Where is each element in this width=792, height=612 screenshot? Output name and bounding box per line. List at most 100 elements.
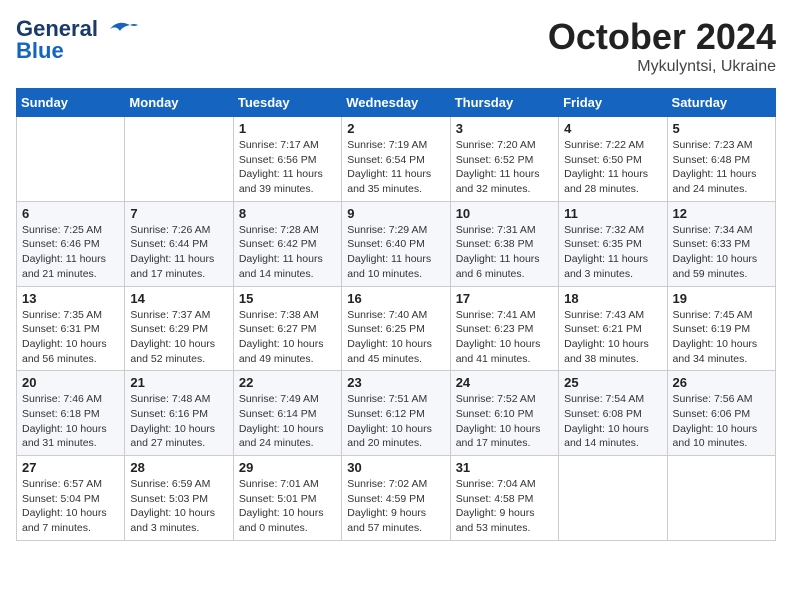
day-detail: Sunrise: 7:35 AM Sunset: 6:31 PM Dayligh… xyxy=(22,308,119,367)
calendar-cell xyxy=(559,456,667,541)
calendar-cell: 31 Sunrise: 7:04 AM Sunset: 4:58 PM Dayli… xyxy=(450,456,558,541)
day-detail: Sunrise: 7:31 AM Sunset: 6:38 PM Dayligh… xyxy=(456,223,553,282)
day-detail: Sunrise: 7:02 AM Sunset: 4:59 PM Dayligh… xyxy=(347,477,444,536)
day-detail: Sunrise: 7:28 AM Sunset: 6:42 PM Dayligh… xyxy=(239,223,336,282)
weekday-header-row: SundayMondayTuesdayWednesdayThursdayFrid… xyxy=(17,89,776,117)
calendar-cell: 7 Sunrise: 7:26 AM Sunset: 6:44 PM Daylig… xyxy=(125,201,233,286)
calendar-week-1: 1Sunrise: 7:17 AM Sunset: 6:56 PM Daylig… xyxy=(17,117,776,202)
calendar-cell: 26 Sunrise: 7:56 AM Sunset: 6:06 PM Dayli… xyxy=(667,371,775,456)
calendar-cell: 21Sunrise: 7:48 AM Sunset: 6:16 PM Dayli… xyxy=(125,371,233,456)
weekday-monday: Monday xyxy=(125,89,233,117)
calendar-cell: 5 Sunrise: 7:23 AM Sunset: 6:48 PM Daylig… xyxy=(667,117,775,202)
day-detail: Sunrise: 7:40 AM Sunset: 6:25 PM Dayligh… xyxy=(347,308,444,367)
day-number: 21 xyxy=(130,375,227,390)
day-detail: Sunrise: 7:19 AM Sunset: 6:54 PM Dayligh… xyxy=(347,138,444,197)
calendar-cell: 19Sunrise: 7:45 AM Sunset: 6:19 PM Dayli… xyxy=(667,286,775,371)
calendar-cell: 8 Sunrise: 7:28 AM Sunset: 6:42 PM Daylig… xyxy=(233,201,341,286)
day-detail: Sunrise: 7:49 AM Sunset: 6:14 PM Dayligh… xyxy=(239,392,336,451)
calendar-cell: 12 Sunrise: 7:34 AM Sunset: 6:33 PM Dayli… xyxy=(667,201,775,286)
calendar-cell: 10Sunrise: 7:31 AM Sunset: 6:38 PM Dayli… xyxy=(450,201,558,286)
day-number: 6 xyxy=(22,206,119,221)
calendar-cell: 9 Sunrise: 7:29 AM Sunset: 6:40 PM Daylig… xyxy=(342,201,450,286)
day-detail: Sunrise: 7:17 AM Sunset: 6:56 PM Dayligh… xyxy=(239,138,336,197)
calendar-cell: 14Sunrise: 7:37 AM Sunset: 6:29 PM Dayli… xyxy=(125,286,233,371)
calendar-cell xyxy=(17,117,125,202)
calendar-week-3: 13 Sunrise: 7:35 AM Sunset: 6:31 PM Dayli… xyxy=(17,286,776,371)
logo-bird-icon xyxy=(102,17,138,41)
day-number: 30 xyxy=(347,460,444,475)
day-number: 9 xyxy=(347,206,444,221)
day-number: 23 xyxy=(347,375,444,390)
calendar-cell: 27 Sunrise: 6:57 AM Sunset: 5:04 PM Dayli… xyxy=(17,456,125,541)
day-number: 7 xyxy=(130,206,227,221)
day-detail: Sunrise: 7:38 AM Sunset: 6:27 PM Dayligh… xyxy=(239,308,336,367)
calendar-cell: 20 Sunrise: 7:46 AM Sunset: 6:18 PM Dayli… xyxy=(17,371,125,456)
day-detail: Sunrise: 7:46 AM Sunset: 6:18 PM Dayligh… xyxy=(22,392,119,451)
day-detail: Sunrise: 7:01 AM Sunset: 5:01 PM Dayligh… xyxy=(239,477,336,536)
day-detail: Sunrise: 7:26 AM Sunset: 6:44 PM Dayligh… xyxy=(130,223,227,282)
day-number: 8 xyxy=(239,206,336,221)
calendar-cell: 22Sunrise: 7:49 AM Sunset: 6:14 PM Dayli… xyxy=(233,371,341,456)
weekday-saturday: Saturday xyxy=(667,89,775,117)
weekday-thursday: Thursday xyxy=(450,89,558,117)
day-detail: Sunrise: 7:22 AM Sunset: 6:50 PM Dayligh… xyxy=(564,138,661,197)
day-detail: Sunrise: 7:52 AM Sunset: 6:10 PM Dayligh… xyxy=(456,392,553,451)
weekday-tuesday: Tuesday xyxy=(233,89,341,117)
weekday-sunday: Sunday xyxy=(17,89,125,117)
day-number: 31 xyxy=(456,460,553,475)
calendar-cell xyxy=(667,456,775,541)
calendar-cell xyxy=(125,117,233,202)
day-number: 27 xyxy=(22,460,119,475)
calendar-cell: 24 Sunrise: 7:52 AM Sunset: 6:10 PM Dayli… xyxy=(450,371,558,456)
page-header: General Blue October 2024 Mykulyntsi, Uk… xyxy=(16,16,776,76)
calendar-cell: 18 Sunrise: 7:43 AM Sunset: 6:21 PM Dayli… xyxy=(559,286,667,371)
day-detail: Sunrise: 7:32 AM Sunset: 6:35 PM Dayligh… xyxy=(564,223,661,282)
calendar-cell: 25 Sunrise: 7:54 AM Sunset: 6:08 PM Dayli… xyxy=(559,371,667,456)
day-detail: Sunrise: 7:04 AM Sunset: 4:58 PM Dayligh… xyxy=(456,477,553,536)
calendar-cell: 17Sunrise: 7:41 AM Sunset: 6:23 PM Dayli… xyxy=(450,286,558,371)
title-block: October 2024 Mykulyntsi, Ukraine xyxy=(548,16,776,76)
logo: General Blue xyxy=(16,16,138,64)
day-detail: Sunrise: 7:56 AM Sunset: 6:06 PM Dayligh… xyxy=(673,392,770,451)
day-number: 17 xyxy=(456,291,553,306)
weekday-wednesday: Wednesday xyxy=(342,89,450,117)
weekday-friday: Friday xyxy=(559,89,667,117)
day-number: 5 xyxy=(673,121,770,136)
day-number: 13 xyxy=(22,291,119,306)
day-detail: Sunrise: 7:54 AM Sunset: 6:08 PM Dayligh… xyxy=(564,392,661,451)
day-number: 12 xyxy=(673,206,770,221)
day-detail: Sunrise: 6:59 AM Sunset: 5:03 PM Dayligh… xyxy=(130,477,227,536)
calendar-table: SundayMondayTuesdayWednesdayThursdayFrid… xyxy=(16,88,776,541)
day-number: 18 xyxy=(564,291,661,306)
day-number: 19 xyxy=(673,291,770,306)
day-detail: Sunrise: 7:43 AM Sunset: 6:21 PM Dayligh… xyxy=(564,308,661,367)
day-number: 11 xyxy=(564,206,661,221)
day-number: 24 xyxy=(456,375,553,390)
calendar-body: 1Sunrise: 7:17 AM Sunset: 6:56 PM Daylig… xyxy=(17,117,776,541)
calendar-cell: 29 Sunrise: 7:01 AM Sunset: 5:01 PM Dayli… xyxy=(233,456,341,541)
day-number: 16 xyxy=(347,291,444,306)
calendar-cell: 30 Sunrise: 7:02 AM Sunset: 4:59 PM Dayli… xyxy=(342,456,450,541)
day-detail: Sunrise: 7:29 AM Sunset: 6:40 PM Dayligh… xyxy=(347,223,444,282)
day-detail: Sunrise: 6:57 AM Sunset: 5:04 PM Dayligh… xyxy=(22,477,119,536)
day-number: 2 xyxy=(347,121,444,136)
day-number: 14 xyxy=(130,291,227,306)
calendar-week-5: 27 Sunrise: 6:57 AM Sunset: 5:04 PM Dayli… xyxy=(17,456,776,541)
calendar-cell: 4 Sunrise: 7:22 AM Sunset: 6:50 PM Daylig… xyxy=(559,117,667,202)
calendar-cell: 28 Sunrise: 6:59 AM Sunset: 5:03 PM Dayli… xyxy=(125,456,233,541)
day-detail: Sunrise: 7:34 AM Sunset: 6:33 PM Dayligh… xyxy=(673,223,770,282)
calendar-cell: 3Sunrise: 7:20 AM Sunset: 6:52 PM Daylig… xyxy=(450,117,558,202)
day-number: 4 xyxy=(564,121,661,136)
day-number: 29 xyxy=(239,460,336,475)
day-number: 3 xyxy=(456,121,553,136)
day-number: 20 xyxy=(22,375,119,390)
day-number: 28 xyxy=(130,460,227,475)
calendar-cell: 23Sunrise: 7:51 AM Sunset: 6:12 PM Dayli… xyxy=(342,371,450,456)
calendar-cell: 11 Sunrise: 7:32 AM Sunset: 6:35 PM Dayli… xyxy=(559,201,667,286)
day-detail: Sunrise: 7:23 AM Sunset: 6:48 PM Dayligh… xyxy=(673,138,770,197)
day-number: 25 xyxy=(564,375,661,390)
day-number: 26 xyxy=(673,375,770,390)
day-number: 15 xyxy=(239,291,336,306)
logo-blue: Blue xyxy=(16,38,64,64)
calendar-cell: 15 Sunrise: 7:38 AM Sunset: 6:27 PM Dayli… xyxy=(233,286,341,371)
